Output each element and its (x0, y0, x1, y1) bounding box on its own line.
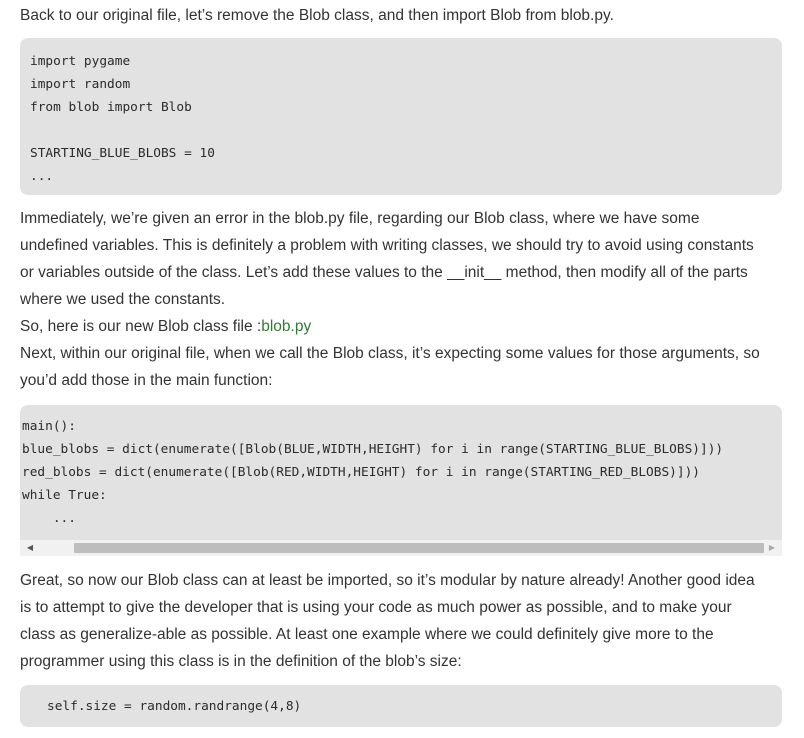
new-class-file-text: So, here is our new Blob class file : (20, 318, 262, 335)
paragraph-line: Great, so now our Blob class can at leas… (20, 572, 755, 589)
code-line: STARTING_BLUE_BLOBS = 10 (30, 146, 215, 161)
code-line: ... (30, 169, 54, 184)
paragraph-line: Immediately, we’re given an error in the… (20, 210, 700, 227)
paragraph-line: where we used the constants. (20, 291, 226, 308)
paragraph-line: you’d add those in the main function: (20, 372, 273, 389)
code-block-imports: import pygame import random from blob im… (20, 38, 782, 195)
paragraph-undefined-variables: Immediately, we’re given an error in the… (20, 205, 790, 313)
paragraph-line: So, here is our new Blob class file :blo… (20, 313, 790, 340)
paragraph-line: or variables outside of the class. Let’s… (20, 264, 748, 281)
blob-py-link[interactable]: blob.py (261, 318, 311, 335)
paragraph-line: class as generalize-able as possible. At… (20, 626, 714, 643)
code-line: main(): (22, 419, 76, 434)
code-line: blue_blobs = dict(enumerate([Blob(BLUE,W… (22, 442, 724, 457)
code-line: from blob import Blob (30, 100, 192, 115)
code-block-main[interactable]: main(): blue_blobs = dict(enumerate([Blo… (20, 405, 782, 556)
code-line: import random (30, 77, 131, 92)
scrollbar-thumb[interactable] (74, 543, 764, 553)
intro-text: Back to our original file, let’s remove … (20, 7, 614, 24)
paragraph-main-function: Next, within our original file, when we … (20, 340, 790, 394)
code-line: while True: (22, 488, 107, 503)
paragraph-line: Next, within our original file, when we … (20, 345, 760, 362)
code-line: red_blobs = dict(enumerate([Blob(RED,WID… (22, 465, 700, 480)
paragraph-line: is to attempt to give the developer that… (20, 599, 732, 616)
code-line: import pygame (30, 54, 131, 69)
horizontal-scrollbar[interactable]: ◀ ▶ (20, 540, 782, 556)
code-line: self.size = random.randrange(4,8) (47, 699, 302, 714)
paragraph-new-class-file: So, here is our new Blob class file :blo… (20, 313, 790, 340)
intro-paragraph: Back to our original file, let’s remove … (20, 2, 790, 29)
code-line: ... (22, 511, 76, 526)
paragraph-line: programmer using this class is in the de… (20, 653, 462, 670)
scroll-left-icon[interactable]: ◀ (22, 540, 38, 556)
scroll-right-icon[interactable]: ▶ (764, 540, 780, 556)
paragraph-generalize: Great, so now our Blob class can at leas… (20, 567, 790, 675)
code-block-size: self.size = random.randrange(4,8) (20, 685, 782, 727)
paragraph-line: undefined variables. This is definitely … (20, 237, 754, 254)
